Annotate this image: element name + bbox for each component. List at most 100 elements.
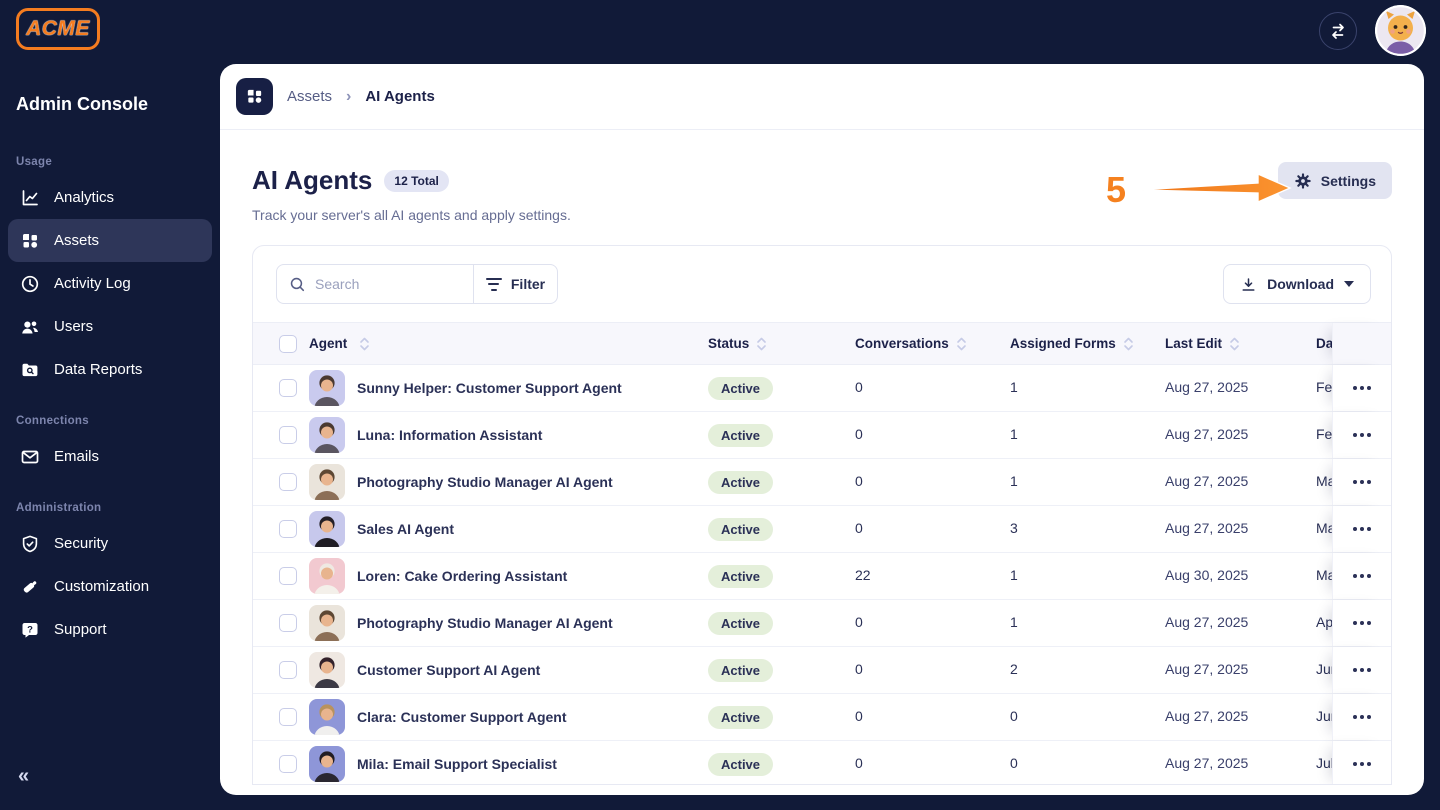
row-checkbox[interactable]: [279, 614, 297, 632]
date-created: Jul: [1316, 755, 1332, 771]
sort-icon[interactable]: [1123, 336, 1134, 352]
sort-icon[interactable]: [1229, 336, 1240, 352]
row-checkbox[interactable]: [279, 661, 297, 679]
actions-column-header: [1332, 323, 1391, 364]
conversations-count: 0: [855, 755, 863, 771]
download-icon: [1242, 277, 1255, 291]
sidebar-item-label: Emails: [54, 448, 100, 465]
date-created: Mar: [1316, 520, 1332, 536]
breadcrumb-parent[interactable]: Assets: [287, 88, 332, 105]
agent-avatar: [309, 417, 345, 453]
row-actions-button[interactable]: [1349, 427, 1375, 443]
agent-name[interactable]: Photography Studio Manager AI Agent: [357, 474, 613, 490]
section-label-usage: Usage: [16, 156, 53, 168]
assigned-forms-count: 1: [1010, 426, 1018, 442]
row-actions-button[interactable]: [1349, 380, 1375, 396]
settings-button[interactable]: Settings: [1277, 162, 1392, 199]
sidebar-collapse-button[interactable]: «: [18, 765, 29, 788]
sidebar-item-support[interactable]: ? Support: [8, 608, 212, 651]
shield-check-icon: [22, 535, 38, 552]
row-checkbox[interactable]: [279, 426, 297, 444]
download-button[interactable]: Download: [1223, 264, 1371, 304]
column-header-agent[interactable]: Agent: [309, 336, 347, 351]
row-checkbox[interactable]: [279, 520, 297, 538]
status-badge: Active: [708, 564, 774, 588]
agent-name[interactable]: Photography Studio Manager AI Agent: [357, 615, 613, 631]
row-checkbox[interactable]: [279, 379, 297, 397]
table-body: Sunny Helper: Customer Support Agent Act…: [253, 365, 1391, 784]
download-button-label: Download: [1267, 276, 1334, 292]
acme-logo-text: ACME: [26, 17, 90, 40]
search-input[interactable]: [315, 276, 455, 292]
row-actions-button[interactable]: [1349, 709, 1375, 725]
sidebar-item-label: Users: [54, 318, 94, 335]
agent-avatar: [309, 370, 345, 406]
sidebar-item-emails[interactable]: Emails: [8, 435, 212, 478]
row-actions-button[interactable]: [1349, 568, 1375, 584]
table-row: Luna: Information Assistant Active 0 1 A…: [253, 412, 1391, 459]
row-actions-button[interactable]: [1349, 756, 1375, 772]
agent-name[interactable]: Luna: Information Assistant: [357, 427, 542, 443]
swap-workspace-button[interactable]: [1319, 12, 1357, 50]
main-panel: Assets › AI Agents AI Agents 12 Total Se…: [220, 64, 1424, 795]
last-edit-date: Aug 27, 2025: [1165, 379, 1249, 395]
last-edit-date: Aug 27, 2025: [1165, 473, 1249, 489]
last-edit-date: Aug 27, 2025: [1165, 661, 1249, 677]
sidebar-item-label: Data Reports: [54, 361, 143, 378]
breadcrumb: Assets › AI Agents: [220, 64, 1424, 130]
status-badge: Active: [708, 470, 774, 494]
sort-icon[interactable]: [359, 336, 370, 352]
sort-icon[interactable]: [956, 336, 967, 352]
table-toolbar: Filter Download: [253, 246, 1391, 322]
conversations-count: 0: [855, 520, 863, 536]
sidebar-item-assets[interactable]: Assets: [8, 219, 212, 262]
sidebar-item-data-reports[interactable]: Data Reports: [8, 348, 212, 391]
agent-name[interactable]: Loren: Cake Ordering Assistant: [357, 568, 567, 584]
date-created: Feb: [1316, 379, 1332, 395]
row-checkbox[interactable]: [279, 473, 297, 491]
sidebar-item-security[interactable]: Security: [8, 522, 212, 565]
user-avatar[interactable]: [1375, 5, 1426, 56]
column-header-conversations[interactable]: Conversations: [855, 336, 949, 351]
column-header-date-created[interactable]: Da: [1316, 336, 1332, 351]
sort-icon[interactable]: [756, 336, 767, 352]
sidebar-item-customization[interactable]: Customization: [8, 565, 212, 608]
sidebar-item-label: Security: [54, 535, 109, 552]
row-checkbox[interactable]: [279, 755, 297, 773]
row-checkbox[interactable]: [279, 567, 297, 585]
last-edit-date: Aug 27, 2025: [1165, 426, 1249, 442]
row-actions-button[interactable]: [1349, 474, 1375, 490]
swap-arrows-icon: [1332, 23, 1344, 39]
conversations-count: 0: [855, 379, 863, 395]
last-edit-date: Aug 27, 2025: [1165, 708, 1249, 724]
assigned-forms-count: 1: [1010, 614, 1018, 630]
sidebar-item-analytics[interactable]: Analytics: [8, 176, 212, 219]
agent-avatar: [309, 652, 345, 688]
search-box: [276, 264, 474, 304]
sidebar-item-label: Assets: [54, 232, 100, 249]
agent-name[interactable]: Customer Support AI Agent: [357, 662, 540, 678]
folder-search-icon: [22, 363, 38, 376]
agent-avatar: [309, 464, 345, 500]
status-badge: Active: [708, 517, 774, 541]
last-edit-date: Aug 27, 2025: [1165, 520, 1249, 536]
status-badge: Active: [708, 376, 774, 400]
row-actions-button[interactable]: [1349, 662, 1375, 678]
row-actions-button[interactable]: [1349, 521, 1375, 537]
column-header-last-edit[interactable]: Last Edit: [1165, 336, 1222, 351]
status-badge: Active: [708, 705, 774, 729]
row-actions-button[interactable]: [1349, 615, 1375, 631]
sidebar-item-users[interactable]: Users: [8, 305, 212, 348]
sidebar-item-activity-log[interactable]: Activity Log: [8, 262, 212, 305]
agent-name[interactable]: Sales AI Agent: [357, 521, 454, 537]
agent-name[interactable]: Clara: Customer Support Agent: [357, 709, 567, 725]
agent-name[interactable]: Mila: Email Support Specialist: [357, 756, 557, 772]
select-all-checkbox[interactable]: [279, 334, 297, 353]
row-checkbox[interactable]: [279, 708, 297, 726]
column-header-assigned-forms[interactable]: Assigned Forms: [1010, 336, 1116, 351]
acme-logo: ACME: [16, 8, 100, 50]
filter-button[interactable]: Filter: [474, 264, 558, 304]
conversations-count: 0: [855, 614, 863, 630]
agent-name[interactable]: Sunny Helper: Customer Support Agent: [357, 380, 622, 396]
column-header-status[interactable]: Status: [708, 336, 749, 351]
